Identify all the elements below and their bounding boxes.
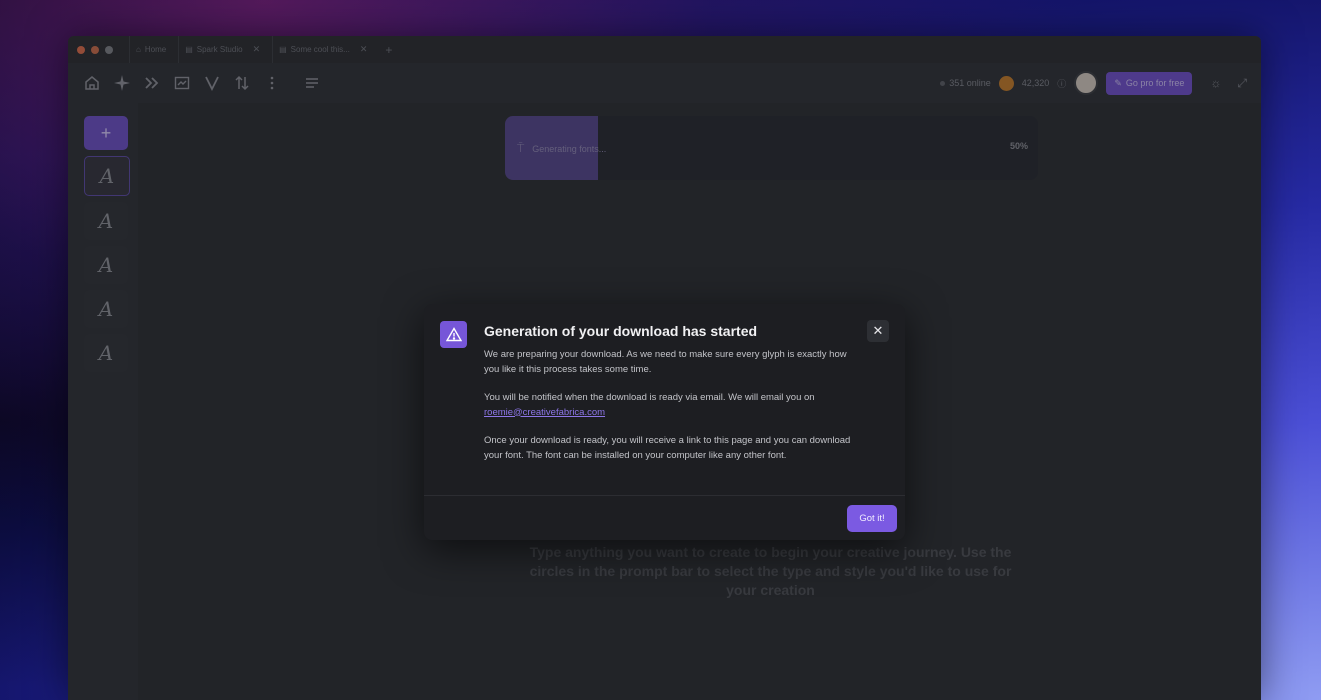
dialog-body: We are preparing your download. As we ne… [484, 348, 854, 477]
download-started-dialog: Generation of your download has started … [424, 304, 905, 540]
dialog-title: Generation of your download has started [484, 323, 758, 339]
dialog-paragraph: We are preparing your download. As we ne… [484, 349, 847, 375]
dialog-footer-divider [424, 495, 905, 496]
dialog-paragraph: Once your download is ready, you will re… [484, 435, 851, 461]
dialog-paragraph: You will be notified when the download i… [484, 392, 815, 418]
close-dialog-button[interactable]: ✕ [867, 320, 889, 342]
got-it-button[interactable]: Got it! [847, 505, 897, 532]
email-link[interactable]: roemie@creativefabrica.com [484, 407, 605, 418]
warning-icon [440, 321, 467, 348]
